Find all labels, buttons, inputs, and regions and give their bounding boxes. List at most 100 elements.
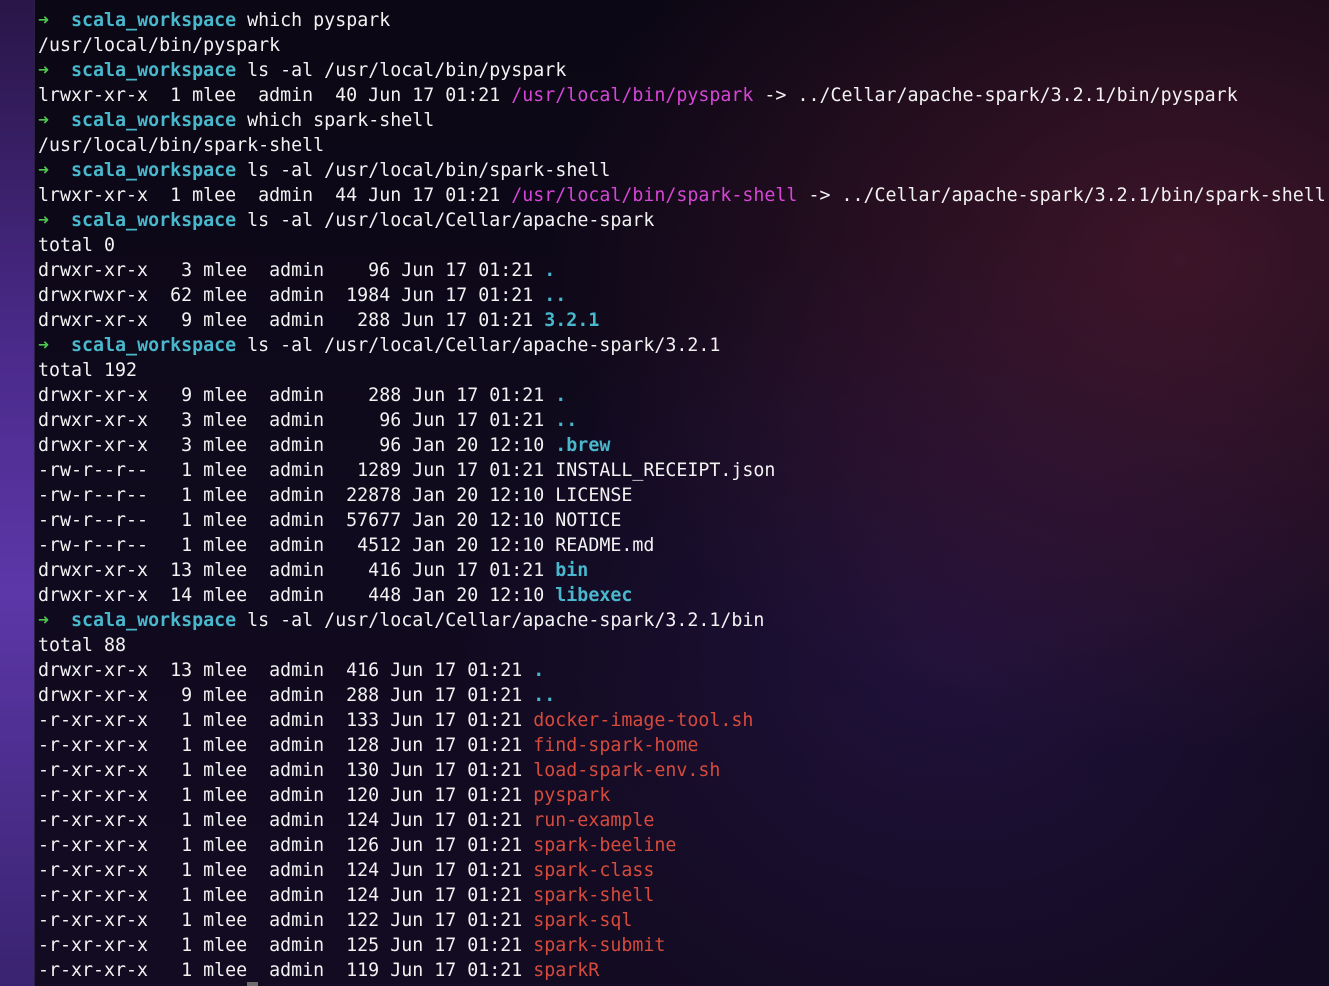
directory-entry: -r-xr-xr-x 1 mlee admin 124 Jun 17 01:21… xyxy=(38,883,1329,908)
command-text: which pyspark xyxy=(247,10,391,31)
entry-metadata: -r-xr-xr-x 1 mlee admin 120 Jun 17 01:21 xyxy=(38,785,534,806)
entry-metadata: lrwxr-xr-x 1 mlee admin 40 Jun 17 01:21 xyxy=(38,85,512,106)
directory-entry: drwxr-xr-x 14 mlee admin 448 Jan 20 12:1… xyxy=(38,583,1329,608)
command-text: ls -al /usr/local/bin/spark-shell xyxy=(247,160,611,181)
directory-entry: drwxr-xr-x 3 mlee admin 96 Jun 17 01:21 … xyxy=(38,408,1329,433)
directory-entry: -rw-r--r-- 1 mlee admin 1289 Jun 17 01:2… xyxy=(38,458,1329,483)
directory-entry: drwxr-xr-x 9 mlee admin 288 Jun 17 01:21… xyxy=(38,683,1329,708)
entry-filename: README.md xyxy=(555,535,655,556)
prompt-arrow-icon: ➜ xyxy=(38,210,50,231)
prompt-arrow-icon: ➜ xyxy=(38,610,50,631)
prompt-directory: scala_workspace xyxy=(71,10,237,31)
entry-metadata: -r-xr-xr-x 1 mlee admin 124 Jun 17 01:21 xyxy=(38,860,534,881)
entry-filename: 3.2.1 xyxy=(544,310,600,331)
command-text: ls -al /usr/local/Cellar/apache-spark/3.… xyxy=(247,610,765,631)
directory-entry: -r-xr-xr-x 1 mlee admin 122 Jun 17 01:21… xyxy=(38,908,1329,933)
entry-filename: .. xyxy=(555,410,578,431)
entry-filename: bin xyxy=(555,560,589,581)
entry-metadata: lrwxr-xr-x 1 mlee admin 44 Jun 17 01:21 xyxy=(38,185,512,206)
entry-metadata: -r-xr-xr-x 1 mlee admin 133 Jun 17 01:21 xyxy=(38,710,534,731)
directory-entry: -rw-r--r-- 1 mlee admin 57677 Jan 20 12:… xyxy=(38,508,1329,533)
horizontal-scrollbar-thumb[interactable] xyxy=(247,982,258,986)
directory-entry: drwxr-xr-x 9 mlee admin 288 Jun 17 01:21… xyxy=(38,308,1329,333)
entry-metadata: -r-xr-xr-x 1 mlee admin 125 Jun 17 01:21 xyxy=(38,935,534,956)
directory-entry: drwxr-xr-x 3 mlee admin 96 Jan 20 12:10 … xyxy=(38,433,1329,458)
directory-entry: -r-xr-xr-x 1 mlee admin 124 Jun 17 01:21… xyxy=(38,858,1329,883)
prompt-directory: scala_workspace xyxy=(71,60,237,81)
output-text: /usr/local/bin/pyspark xyxy=(38,35,281,56)
directory-entry: drwxr-xr-x 9 mlee admin 288 Jun 17 01:21… xyxy=(38,383,1329,408)
entry-filename: INSTALL_RECEIPT.json xyxy=(555,460,776,481)
entry-metadata: -r-xr-xr-x 1 mlee admin 130 Jun 17 01:21 xyxy=(38,760,534,781)
prompt-arrow-icon: ➜ xyxy=(38,160,50,181)
entry-metadata: drwxr-xr-x 9 mlee admin 288 Jun 17 01:21 xyxy=(38,385,556,406)
entry-filename: spark-beeline xyxy=(533,835,677,856)
prompt-line: ➜ scala_workspace which spark-shell xyxy=(38,108,1329,133)
prompt-arrow-icon: ➜ xyxy=(38,335,50,356)
directory-entry: -r-xr-xr-x 1 mlee admin 128 Jun 17 01:21… xyxy=(38,733,1329,758)
prompt-line: ➜ scala_workspace ls -al /usr/local/bin/… xyxy=(38,158,1329,183)
entry-metadata: drwxr-xr-x 14 mlee admin 448 Jan 20 12:1… xyxy=(38,585,556,606)
entry-filename: libexec xyxy=(555,585,633,606)
entry-filename: . xyxy=(533,660,545,681)
entry-metadata: -r-xr-xr-x 1 mlee admin 124 Jun 17 01:21 xyxy=(38,885,534,906)
directory-entry: drwxr-xr-x 13 mlee admin 416 Jun 17 01:2… xyxy=(38,658,1329,683)
command-text: ls -al /usr/local/bin/pyspark xyxy=(247,60,567,81)
command-text: ls -al /usr/local/Cellar/apache-spark/3.… xyxy=(247,335,721,356)
desktop-wallpaper-strip xyxy=(0,0,35,986)
entry-metadata: -r-xr-xr-x 1 mlee admin 126 Jun 17 01:21 xyxy=(38,835,534,856)
entry-metadata: -rw-r--r-- 1 mlee admin 57677 Jan 20 12:… xyxy=(38,510,556,531)
output-text: total 88 xyxy=(38,635,127,656)
symlink-path: /usr/local/bin/pyspark xyxy=(511,85,754,106)
prompt-line: ➜ scala_workspace ls -al /usr/local/bin/… xyxy=(38,58,1329,83)
directory-entry: -r-xr-xr-x 1 mlee admin 120 Jun 17 01:21… xyxy=(38,783,1329,808)
entry-filename: spark-sql xyxy=(533,910,633,931)
entry-filename: . xyxy=(555,385,567,406)
output-line: /usr/local/bin/pyspark xyxy=(38,33,1329,58)
entry-metadata: drwxr-xr-x 3 mlee admin 96 Jun 17 01:21 xyxy=(38,410,556,431)
terminal-output[interactable]: ➜ scala_workspace which pyspark/usr/loca… xyxy=(34,0,1329,986)
output-text: total 0 xyxy=(38,235,116,256)
entry-filename: sparkR xyxy=(533,960,600,981)
directory-entry: -r-xr-xr-x 1 mlee admin 125 Jun 17 01:21… xyxy=(38,933,1329,958)
entry-metadata: drwxr-xr-x 3 mlee admin 96 Jun 17 01:21 xyxy=(38,260,545,281)
prompt-line: ➜ scala_workspace ls -al /usr/local/Cell… xyxy=(38,208,1329,233)
entry-metadata: drwxr-xr-x 13 mlee admin 416 Jun 17 01:2… xyxy=(38,660,534,681)
entry-filename: docker-image-tool.sh xyxy=(533,710,754,731)
directory-entry: -r-xr-xr-x 1 mlee admin 130 Jun 17 01:21… xyxy=(38,758,1329,783)
output-text: /usr/local/bin/spark-shell xyxy=(38,135,325,156)
entry-metadata: -rw-r--r-- 1 mlee admin 22878 Jan 20 12:… xyxy=(38,485,556,506)
directory-entry: -r-xr-xr-x 1 mlee admin 126 Jun 17 01:21… xyxy=(38,833,1329,858)
prompt-directory: scala_workspace xyxy=(71,335,237,356)
prompt-directory: scala_workspace xyxy=(71,110,237,131)
symlink-target: -> ../Cellar/apache-spark/3.2.1/bin/spar… xyxy=(797,185,1326,206)
directory-entry: drwxr-xr-x 3 mlee admin 96 Jun 17 01:21 … xyxy=(38,258,1329,283)
prompt-directory: scala_workspace xyxy=(71,210,237,231)
directory-entry: -r-xr-xr-x 1 mlee admin 124 Jun 17 01:21… xyxy=(38,808,1329,833)
entry-metadata: -r-xr-xr-x 1 mlee admin 128 Jun 17 01:21 xyxy=(38,735,534,756)
symlink-path: /usr/local/bin/spark-shell xyxy=(511,185,798,206)
entry-filename: spark-class xyxy=(533,860,655,881)
prompt-directory: scala_workspace xyxy=(71,160,237,181)
entry-filename: load-spark-env.sh xyxy=(533,760,721,781)
entry-metadata: -rw-r--r-- 1 mlee admin 1289 Jun 17 01:2… xyxy=(38,460,556,481)
entry-filename: run-example xyxy=(533,810,655,831)
entry-metadata: drwxrwxr-x 62 mlee admin 1984 Jun 17 01:… xyxy=(38,285,545,306)
directory-entry: -rw-r--r-- 1 mlee admin 4512 Jan 20 12:1… xyxy=(38,533,1329,558)
entry-metadata: -r-xr-xr-x 1 mlee admin 119 Jun 17 01:21 xyxy=(38,960,534,981)
directory-entry: -r-xr-xr-x 1 mlee admin 133 Jun 17 01:21… xyxy=(38,708,1329,733)
directory-entry: drwxr-xr-x 13 mlee admin 416 Jun 17 01:2… xyxy=(38,558,1329,583)
prompt-line: ➜ scala_workspace ls -al /usr/local/Cell… xyxy=(38,333,1329,358)
entry-filename: .brew xyxy=(555,435,611,456)
entry-filename: find-spark-home xyxy=(533,735,699,756)
entry-filename: . xyxy=(544,260,556,281)
symlink-entry: lrwxr-xr-x 1 mlee admin 44 Jun 17 01:21 … xyxy=(38,183,1329,208)
directory-entry: -rw-r--r-- 1 mlee admin 22878 Jan 20 12:… xyxy=(38,483,1329,508)
prompt-arrow-icon: ➜ xyxy=(38,10,50,31)
entry-metadata: drwxr-xr-x 13 mlee admin 416 Jun 17 01:2… xyxy=(38,560,556,581)
entry-metadata: drwxr-xr-x 3 mlee admin 96 Jan 20 12:10 xyxy=(38,435,556,456)
entry-metadata: drwxr-xr-x 9 mlee admin 288 Jun 17 01:21 xyxy=(38,310,545,331)
entry-filename: NOTICE xyxy=(555,510,622,531)
entry-metadata: drwxr-xr-x 9 mlee admin 288 Jun 17 01:21 xyxy=(38,685,534,706)
entry-filename: pyspark xyxy=(533,785,611,806)
